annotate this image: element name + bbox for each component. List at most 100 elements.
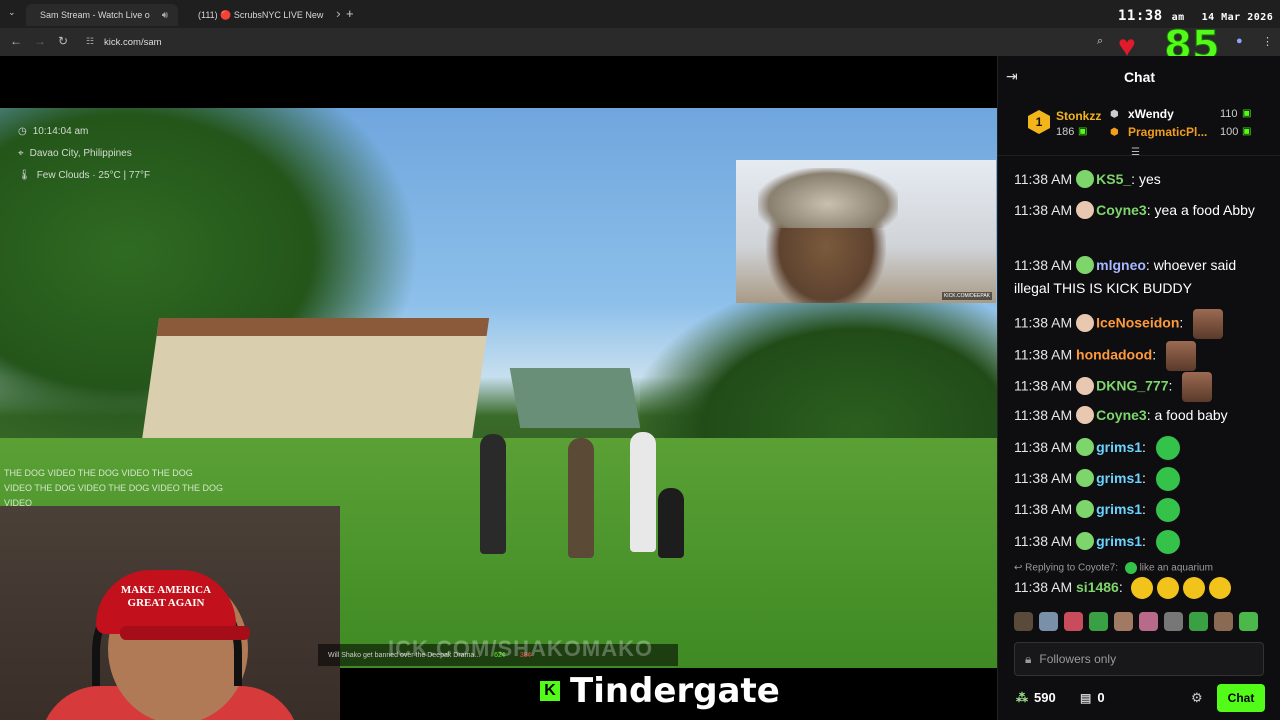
laughing-emoji-icon	[1156, 577, 1179, 600]
emote-icon[interactable]	[1039, 612, 1058, 631]
overlay-chat-line: VIDEO THE DOG VIDEO THE DOG VIDEO THE DO…	[4, 483, 224, 493]
message-user[interactable]: mlgneo	[1096, 257, 1146, 273]
chat-title: Chat	[1123, 69, 1156, 85]
menu-icon[interactable]: ⋮	[1262, 35, 1273, 48]
message-user[interactable]: grims1	[1096, 439, 1142, 455]
tab-kick-sam[interactable]: Sam Stream - Watch Live o 🔊︎ ✕	[26, 4, 178, 26]
chat-send-button[interactable]: Chat	[1217, 684, 1265, 712]
expand-leaderboard-icon[interactable]: ☰	[1131, 147, 1140, 158]
message-time: 11:38 AM	[1014, 314, 1073, 331]
reply-context[interactable]: ↩ Replying to Coyote7: like an aquarium	[1014, 562, 1213, 574]
laughing-emoji-icon	[1130, 577, 1153, 600]
url-text: kick.com/sam	[104, 36, 162, 48]
tab-scrubsnyc[interactable]: (111) 🔴 ScrubsNYC LIVE New ✕	[184, 4, 340, 26]
ticker-watermark: ICK.COM/SHAKOMAKO	[388, 636, 654, 661]
message-user[interactable]: Coyne3	[1096, 202, 1147, 218]
gift-count-value: 0	[1097, 690, 1105, 705]
surprised-emoji-icon	[1208, 577, 1231, 600]
user-badge-icon	[1076, 376, 1095, 395]
message-user[interactable]: grims1	[1096, 470, 1142, 486]
chat-panel: ⇥ Chat 1 Stonkzz 186 ▣ ⬢ xWendy 110 ▣ ⬢ …	[997, 56, 1280, 720]
leader-name[interactable]: xWendy	[1128, 107, 1174, 121]
message-user[interactable]: Coyne3	[1096, 407, 1147, 423]
leader-name[interactable]: Stonkzz	[1056, 109, 1101, 123]
surprised-emoji-icon	[1182, 577, 1205, 600]
person	[630, 432, 656, 552]
pepe-emote-icon	[1155, 530, 1180, 555]
pepe-emote-icon	[1124, 562, 1137, 574]
chat-message: 11:38 AM mlgneo: whoever said illegal THI…	[1014, 256, 1237, 296]
quick-emote-bar	[1014, 612, 1264, 636]
site-info-icon[interactable]: ☷	[86, 36, 94, 47]
message-user[interactable]: hondadood	[1076, 347, 1152, 363]
rank-icon: ⬢	[1110, 109, 1119, 120]
stream-caption: K Tindergate	[540, 666, 780, 716]
chat-input[interactable]: 🔒︎ Followers only	[1014, 642, 1264, 676]
forward-icon[interactable]: →	[34, 34, 46, 48]
emote-icon[interactable]	[1014, 612, 1033, 631]
gift-leaderboard: 1 Stonkzz 186 ▣ ⬢ xWendy 110 ▣ ⬢ Pragmat…	[998, 100, 1280, 158]
emote-icon[interactable]	[1214, 612, 1233, 631]
kick-logo-icon: K	[540, 681, 560, 701]
chat-footer: ⁂ 590 ▤ 0 ⚙ Chat	[998, 682, 1280, 716]
geo-time: ◷ 10:14:04 am	[18, 126, 89, 137]
leader-name[interactable]: PragmaticPl...	[1128, 125, 1207, 139]
pepe-emote-icon	[1155, 498, 1180, 523]
pepe-emote-icon	[1155, 467, 1180, 492]
chat-settings-icon[interactable]: ⚙	[1191, 690, 1203, 706]
emote-icon[interactable]	[1239, 612, 1258, 631]
tab-search-icon[interactable]: ⌄	[8, 7, 16, 18]
geo-weather: 🌡︎ Few Clouds · 25°C | 77°F	[18, 170, 151, 181]
close-tab-icon[interactable]: ✕	[335, 10, 340, 21]
lock-icon: 🔒︎	[1025, 651, 1032, 666]
chat-message: 11:38 AM hondadood:	[1014, 341, 1272, 371]
points-value: 590	[1034, 690, 1056, 705]
face-emote-icon	[1193, 309, 1224, 339]
message-user[interactable]: DKNG_777	[1096, 378, 1168, 394]
message-user[interactable]: si1486	[1076, 579, 1119, 595]
back-icon[interactable]: ←	[10, 34, 22, 48]
overlay-clock: 11:38 am 14 Mar 2026	[1118, 8, 1273, 24]
user-badge-icon	[1076, 256, 1095, 274]
zoom-icon[interactable]: ⌕	[1097, 35, 1103, 48]
emote-icon[interactable]	[1064, 612, 1083, 631]
user-badge-icon	[1076, 500, 1095, 518]
streamer-webcam: MAKE AMERICA GREAT AGAIN	[0, 506, 340, 720]
user-badge-icon	[1076, 313, 1095, 332]
message-user[interactable]: grims1	[1096, 533, 1142, 549]
gift-count[interactable]: ▤ 0	[1080, 690, 1105, 705]
profile-icon[interactable]: ●	[1236, 35, 1243, 47]
emote-icon[interactable]	[1114, 612, 1133, 631]
gift-box-icon: ▤	[1080, 690, 1092, 705]
location-pin-icon: ⌖	[18, 148, 24, 159]
chat-message: 11:38 AM grims1:	[1014, 467, 1272, 492]
message-user[interactable]: IceNoseidon	[1096, 315, 1179, 331]
emote-icon[interactable]	[1164, 612, 1183, 631]
message-time: 11:38 AM	[1014, 171, 1073, 187]
message-user[interactable]: grims1	[1096, 501, 1142, 517]
face-emote-icon	[1166, 341, 1196, 371]
message-time: 11:38 AM	[1014, 407, 1073, 423]
address-bar[interactable]: ☷ kick.com/sam	[78, 32, 1178, 52]
clock-ampm: am	[1171, 12, 1185, 23]
speaker-icon[interactable]: 🔊︎	[162, 10, 168, 21]
clock-date: 14 Mar 2026	[1201, 12, 1274, 23]
rank-icon: ⬢	[1110, 127, 1119, 138]
reload-icon[interactable]: ↻	[58, 34, 68, 48]
emote-icon[interactable]	[1139, 612, 1158, 631]
new-tab-icon[interactable]: +	[346, 6, 354, 21]
chat-input-placeholder: Followers only	[1039, 652, 1117, 666]
tab-title: (111) 🔴 ScrubsNYC LIVE New	[198, 9, 324, 20]
message-time: 11:38 AM	[1014, 470, 1073, 486]
stream-player[interactable]: ◷ 10:14:04 am ⌖ Davao City, Philippines …	[0, 56, 997, 720]
channel-points[interactable]: ⁂ 590	[1016, 690, 1056, 705]
message-text: a food baby	[1154, 407, 1228, 423]
message-time: 11:38 AM	[1014, 501, 1073, 517]
emote-icon[interactable]	[1089, 612, 1108, 631]
emote-icon[interactable]	[1189, 612, 1208, 631]
picture-in-picture: KICK.COM/DEEPAK	[736, 160, 996, 303]
pip-hair	[758, 168, 898, 228]
reply-quote: like an aquarium	[1139, 562, 1213, 574]
face-emote-icon	[1182, 372, 1213, 402]
message-user[interactable]: KS5_	[1096, 171, 1131, 187]
